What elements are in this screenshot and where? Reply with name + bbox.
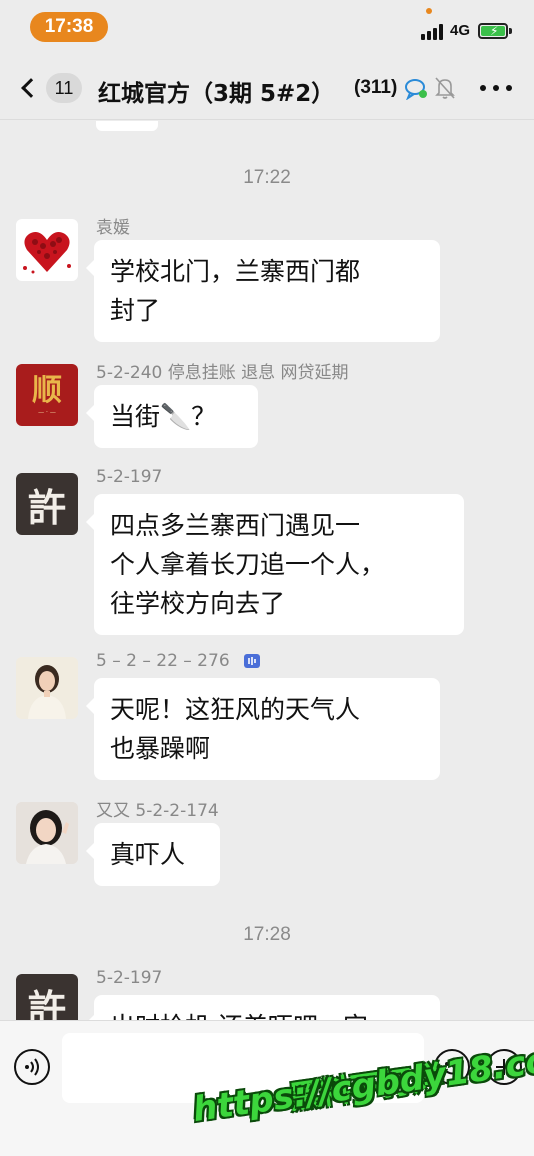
chat-bubble-icon: [405, 79, 427, 100]
chat-message-list[interactable]: 17:22 袁媛 学校北门，兰寨西门都 封了 顺 — · — 5-2-240 停…: [0, 121, 534, 1021]
voice-icon: [25, 1058, 39, 1076]
chat-timestamp: 17:28: [243, 924, 291, 945]
message-bubble[interactable]: 真吓人: [86, 823, 220, 886]
sender-name: 5 – 2 – 22 – 276: [96, 651, 230, 671]
message-bubble[interactable]: 出时枪机 还差吓吧，宫: [86, 995, 440, 1021]
avatar-logo-subtext: — · —: [38, 408, 56, 416]
message-line: 学校北门，兰寨西门都: [110, 257, 361, 286]
message-line: 往学校方向去了: [110, 589, 286, 618]
privacy-dot-indicator: [426, 8, 432, 14]
avatar-xu[interactable]: 許: [16, 974, 78, 1021]
battery-tip: [509, 28, 512, 34]
sender-name: 5-2-197: [96, 467, 163, 487]
network-label: 4G: [450, 22, 471, 39]
avatar-shun[interactable]: 顺 — · —: [16, 364, 78, 426]
avatar-woman[interactable]: [16, 657, 78, 719]
message-line: 也暴躁啊: [110, 734, 211, 763]
chat-header: 11 红城官方（3期 5#2） (311): [0, 56, 534, 120]
status-time: 17:38: [30, 12, 108, 42]
voice-tag-icon: [244, 654, 261, 668]
message-line: 当街🔪？: [110, 402, 217, 431]
message-line: 四点多兰寨西门遇见一: [110, 511, 361, 540]
message-line: 封了: [110, 296, 161, 325]
chevron-left-icon: [21, 78, 41, 98]
avatar-xu[interactable]: 許: [16, 473, 78, 535]
message-bubble[interactable]: 当街🔪？: [86, 385, 258, 448]
member-count: (311): [354, 77, 398, 98]
signal-icon: [421, 24, 445, 40]
heart-roses-icon: [23, 232, 71, 274]
message-line: 出时枪机 还差吓吧，宫: [110, 1007, 424, 1021]
more-options-button[interactable]: [480, 74, 512, 102]
sender-name: 袁媛: [96, 218, 130, 238]
avatar-logo-text: 顺: [32, 372, 62, 408]
back-button[interactable]: 11: [14, 70, 84, 106]
status-bar: 17:38 4G ⚡: [0, 0, 534, 56]
sender-name: 5-2-197: [96, 968, 163, 988]
avatar-woman[interactable]: [16, 802, 78, 864]
sender-name: 又又 5-2-2-174: [96, 801, 219, 821]
previous-message-bubble: [96, 121, 158, 131]
message-line: 真吓人: [110, 840, 186, 869]
bell-off-icon: [435, 77, 455, 99]
avatar-calligraphy-text: 許: [27, 484, 66, 530]
avatar-calligraphy-text: 許: [27, 985, 66, 1022]
chat-title: 红城官方（3期 5#2）: [98, 81, 335, 107]
battery-icon: ⚡: [478, 23, 508, 39]
avatar-heart[interactable]: [16, 219, 78, 281]
message-bubble[interactable]: 学校北门，兰寨西门都 封了: [86, 240, 440, 342]
message-line: 个人拿着长刀追一个人，: [110, 550, 386, 579]
person-photo-icon: [16, 657, 78, 719]
person-photo-icon: [16, 802, 78, 864]
chat-timestamp: 17:22: [243, 167, 291, 188]
unread-count-badge: 11: [46, 73, 82, 103]
message-bubble[interactable]: 天呢！这狂风的天气人 也暴躁啊: [86, 678, 440, 780]
voice-input-button[interactable]: [14, 1049, 50, 1085]
sender-name: 5-2-240 停息挂账 退息 网贷延期: [96, 363, 349, 383]
message-line: 天呢！这狂风的天气人: [110, 695, 361, 724]
message-bubble[interactable]: 四点多兰寨西门遇见一 个人拿着长刀追一个人， 往学校方向去了: [86, 494, 464, 635]
sender-name-row: 5 – 2 – 22 – 276: [96, 651, 261, 671]
